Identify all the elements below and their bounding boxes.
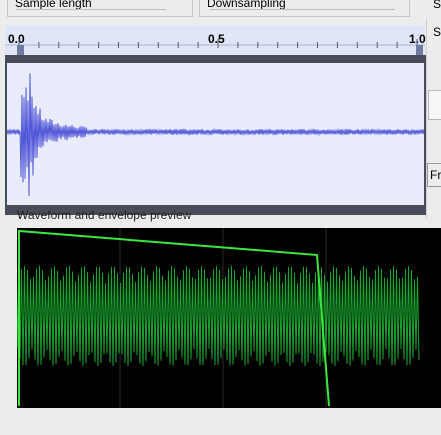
side-fr-box[interactable] — [427, 163, 441, 187]
side-input[interactable] — [428, 90, 441, 120]
side-label-2: S — [433, 25, 441, 39]
envelope-preview[interactable] — [17, 228, 441, 408]
sample-length-control[interactable] — [16, 9, 166, 20]
ruler-ticks — [5, 39, 425, 48]
sample-waveform-panel[interactable] — [5, 55, 426, 215]
time-ruler[interactable]: 0.0 0.5 1.0 — [5, 25, 426, 56]
side-label-1: S — [433, 0, 441, 11]
preview-title: Waveform and envelope preview — [17, 208, 192, 222]
ruler-start-marker[interactable] — [17, 45, 24, 55]
sample-waveform-area[interactable] — [7, 63, 424, 205]
envelope-preview-graphic — [17, 228, 420, 408]
sample-waveform — [7, 73, 424, 197]
downsampling-control[interactable] — [210, 9, 395, 20]
ruler-end-marker[interactable] — [416, 45, 423, 55]
